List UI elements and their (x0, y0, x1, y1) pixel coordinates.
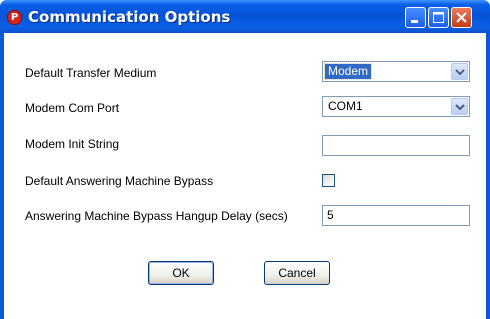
app-logo-icon[interactable]: P (7, 10, 22, 25)
bypass-checkbox[interactable] (322, 174, 335, 187)
window-title: Communication Options (28, 8, 231, 26)
minimize-button[interactable] (405, 7, 426, 28)
hangup-delay-input[interactable]: 5 (322, 205, 470, 226)
init-string-label: Modem Init String (25, 137, 120, 151)
close-button[interactable] (451, 7, 472, 28)
com-port-select[interactable]: COM1 (322, 96, 470, 117)
maximize-button[interactable] (428, 7, 449, 28)
close-icon (456, 12, 467, 23)
ok-button[interactable]: OK (148, 261, 214, 285)
transfer-medium-dropdown-button[interactable] (451, 63, 468, 80)
com-port-dropdown-button[interactable] (451, 98, 468, 115)
minimize-icon (411, 20, 418, 23)
title-bar[interactable]: P Communication Options (0, 0, 490, 33)
transfer-medium-select[interactable]: Modem (322, 61, 470, 82)
init-string-input[interactable] (322, 135, 470, 156)
bypass-label: Default Answering Machine Bypass (25, 174, 214, 188)
transfer-medium-label: Default Transfer Medium (25, 66, 157, 80)
dialog-window: P Communication Options Default Transfer… (0, 0, 490, 319)
hangup-delay-label: Answering Machine Bypass Hangup Delay (s… (25, 209, 288, 223)
dialog-body: Default Transfer Medium Modem Modem Com … (4, 33, 486, 319)
chevron-down-icon (455, 104, 465, 110)
chevron-down-icon (455, 69, 465, 75)
transfer-medium-value: Modem (323, 63, 373, 80)
cancel-button[interactable]: Cancel (264, 261, 330, 285)
maximize-icon (433, 12, 444, 23)
com-port-value: COM1 (328, 99, 363, 113)
com-port-label: Modem Com Port (25, 101, 120, 115)
